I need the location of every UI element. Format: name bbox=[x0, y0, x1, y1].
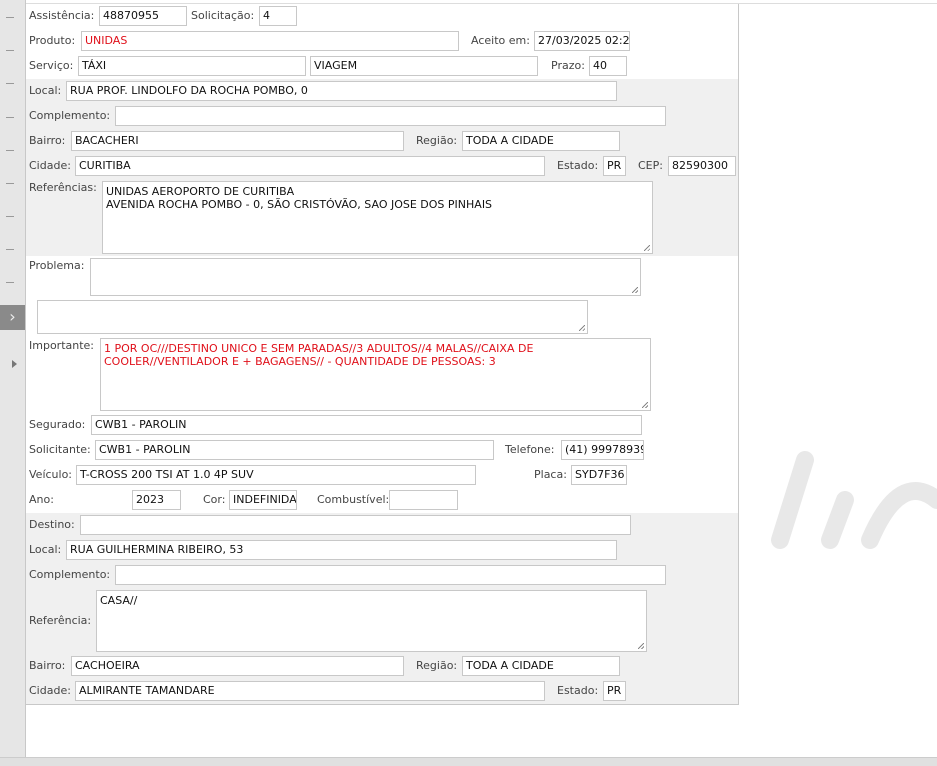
sidebar-dash bbox=[6, 117, 14, 118]
cep-field[interactable]: 82590300 bbox=[668, 156, 736, 176]
produto-label: Produto: bbox=[29, 34, 76, 47]
aceito-field[interactable]: 27/03/2025 02:21 bbox=[534, 31, 630, 51]
cor-field[interactable]: INDEFINIDA bbox=[229, 490, 297, 510]
destino-regiao-label: Região: bbox=[416, 659, 458, 672]
local-label: Local: bbox=[29, 84, 62, 97]
sidebar-dash bbox=[6, 282, 14, 283]
destino-label: Destino: bbox=[29, 518, 75, 531]
sidebar: › bbox=[0, 0, 26, 757]
prazo-field[interactable]: 40 bbox=[589, 56, 627, 76]
assistencia-label: Assistência: bbox=[29, 9, 95, 22]
triangle-right-icon[interactable] bbox=[12, 360, 17, 368]
solicitante-label: Solicitante: bbox=[29, 443, 91, 456]
sidebar-dash bbox=[6, 83, 14, 84]
problema-extra-textarea[interactable] bbox=[37, 300, 588, 334]
solicitacao-label: Solicitação: bbox=[191, 9, 255, 22]
problema-textarea[interactable] bbox=[90, 258, 641, 296]
sidebar-dash bbox=[6, 183, 14, 184]
destino-referencia-textarea[interactable]: CASA// bbox=[96, 590, 647, 652]
segurado-label: Segurado: bbox=[29, 418, 86, 431]
importante-textarea[interactable]: 1 POR OC///DESTINO UNICO E SEM PARADAS//… bbox=[100, 338, 651, 411]
sidebar-dash bbox=[6, 150, 14, 151]
combustivel-field[interactable] bbox=[389, 490, 458, 510]
veiculo-field[interactable]: T-CROSS 200 TSI AT 1.0 4P SUV bbox=[76, 465, 476, 485]
servico-label: Serviço: bbox=[29, 59, 74, 72]
destino-field[interactable] bbox=[80, 515, 631, 535]
destino-cidade-label: Cidade: bbox=[29, 684, 71, 697]
aceito-label: Aceito em: bbox=[471, 34, 530, 47]
complemento-label: Complemento: bbox=[29, 109, 111, 122]
destino-estado-label: Estado: bbox=[557, 684, 599, 697]
cidade-label: Cidade: bbox=[29, 159, 71, 172]
produto-field[interactable]: UNIDAS bbox=[81, 31, 459, 51]
regiao-field[interactable]: TODA A CIDADE bbox=[462, 131, 620, 151]
sidebar-dash bbox=[6, 17, 14, 18]
destino-estado-field[interactable]: PR bbox=[603, 681, 626, 701]
assistencia-field[interactable]: 48870955 bbox=[99, 6, 187, 26]
veiculo-label: Veículo: bbox=[29, 468, 73, 481]
referencias-textarea[interactable]: UNIDAS AEROPORTO DE CURITIBA AVENIDA ROC… bbox=[102, 181, 653, 254]
solicitante-field[interactable]: CWB1 - PAROLIN bbox=[95, 440, 494, 460]
destino-referencia-label: Referência: bbox=[29, 614, 92, 627]
chevron-right-icon[interactable]: › bbox=[0, 305, 25, 330]
watermark-logo bbox=[771, 451, 937, 549]
importante-label: Importante: bbox=[29, 339, 95, 352]
regiao-label: Região: bbox=[416, 134, 458, 147]
bairro-field[interactable]: BACACHERI bbox=[71, 131, 404, 151]
referencias-label: Referências: bbox=[29, 181, 97, 194]
servico-field[interactable]: TÁXI bbox=[78, 56, 306, 76]
cep-label: CEP: bbox=[638, 159, 663, 172]
prazo-label: Prazo: bbox=[551, 59, 585, 72]
bairro-label: Bairro: bbox=[29, 134, 66, 147]
destino-regiao-field[interactable]: TODA A CIDADE bbox=[462, 656, 620, 676]
telefone-label: Telefone: bbox=[505, 443, 555, 456]
cidade-field[interactable]: CURITIBA bbox=[75, 156, 545, 176]
sidebar-dash bbox=[6, 249, 14, 250]
sidebar-dash bbox=[6, 50, 14, 51]
complemento-field[interactable] bbox=[115, 106, 666, 126]
servico-type-field[interactable]: VIAGEM bbox=[310, 56, 538, 76]
estado-label: Estado: bbox=[557, 159, 599, 172]
local-field[interactable]: RUA PROF. LINDOLFO DA ROCHA POMBO, 0 bbox=[66, 81, 617, 101]
destino-bairro-field[interactable]: CACHOEIRA bbox=[71, 656, 404, 676]
sidebar-dash bbox=[6, 216, 14, 217]
combustivel-label: Combustível: bbox=[317, 493, 390, 506]
segurado-field[interactable]: CWB1 - PAROLIN bbox=[91, 415, 642, 435]
destino-local-label: Local: bbox=[29, 543, 62, 556]
ano-field[interactable]: 2023 bbox=[132, 490, 181, 510]
estado-field[interactable]: PR bbox=[603, 156, 626, 176]
destino-cidade-field[interactable]: ALMIRANTE TAMANDARE bbox=[75, 681, 545, 701]
placa-label: Placa: bbox=[534, 468, 567, 481]
problema-label: Problema: bbox=[29, 259, 85, 272]
ano-label: Ano: bbox=[29, 493, 54, 506]
solicitacao-field[interactable]: 4 bbox=[259, 6, 297, 26]
destino-complemento-label: Complemento: bbox=[29, 568, 111, 581]
destino-local-field[interactable]: RUA GUILHERMINA RIBEIRO, 53 bbox=[66, 540, 617, 560]
cor-label: Cor: bbox=[203, 493, 226, 506]
destino-bairro-label: Bairro: bbox=[29, 659, 66, 672]
placa-field[interactable]: SYD7F36 bbox=[571, 465, 627, 485]
telefone-field[interactable]: (41) 999789397 bbox=[561, 440, 644, 460]
destino-complemento-field[interactable] bbox=[115, 565, 666, 585]
